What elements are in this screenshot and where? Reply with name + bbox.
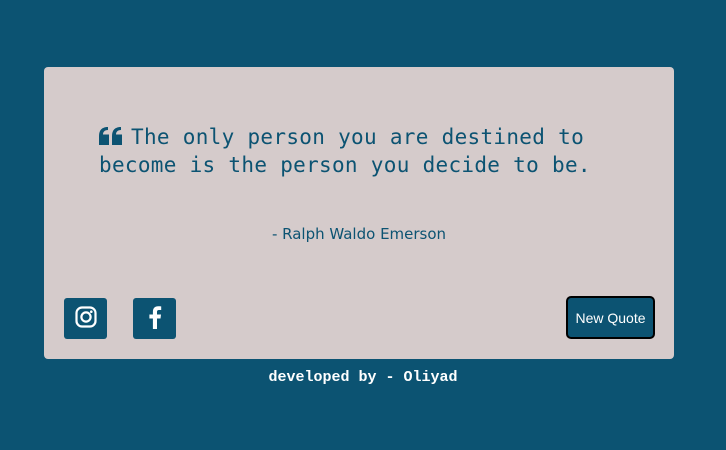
quote-block: The only person you are destined to beco… — [99, 123, 639, 179]
quote-text: The only person you are destined to beco… — [99, 125, 591, 177]
footer-credit: developed by - Oliyad — [268, 369, 458, 386]
facebook-button[interactable] — [133, 298, 176, 339]
instagram-button[interactable] — [64, 298, 107, 339]
facebook-icon — [148, 305, 162, 333]
quote-left-icon — [99, 127, 123, 145]
instagram-icon — [74, 305, 97, 332]
quote-author: - Ralph Waldo Emerson — [271, 225, 447, 243]
quote-card: The only person you are destined to beco… — [44, 67, 674, 359]
new-quote-button[interactable]: New Quote — [566, 296, 655, 339]
